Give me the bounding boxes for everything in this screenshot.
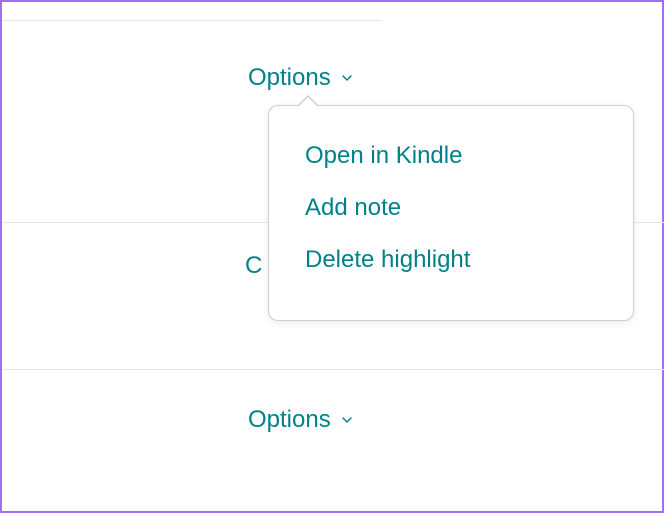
chevron-down-icon xyxy=(339,412,355,428)
options-trigger-top[interactable]: Options xyxy=(248,64,355,92)
options-label: Options xyxy=(248,406,331,434)
menu-item-open-in-kindle[interactable]: Open in Kindle xyxy=(269,130,633,182)
options-trigger-bottom[interactable]: Options xyxy=(248,406,355,434)
hidden-options-behind-popover: C xyxy=(245,252,262,280)
divider xyxy=(2,20,382,21)
divider xyxy=(2,369,664,370)
menu-item-delete-highlight[interactable]: Delete highlight xyxy=(269,234,633,286)
options-label: Options xyxy=(248,64,331,92)
chevron-down-icon xyxy=(339,70,355,86)
menu-item-add-note[interactable]: Add note xyxy=(269,182,633,234)
options-popover: Open in Kindle Add note Delete highlight xyxy=(268,105,634,321)
